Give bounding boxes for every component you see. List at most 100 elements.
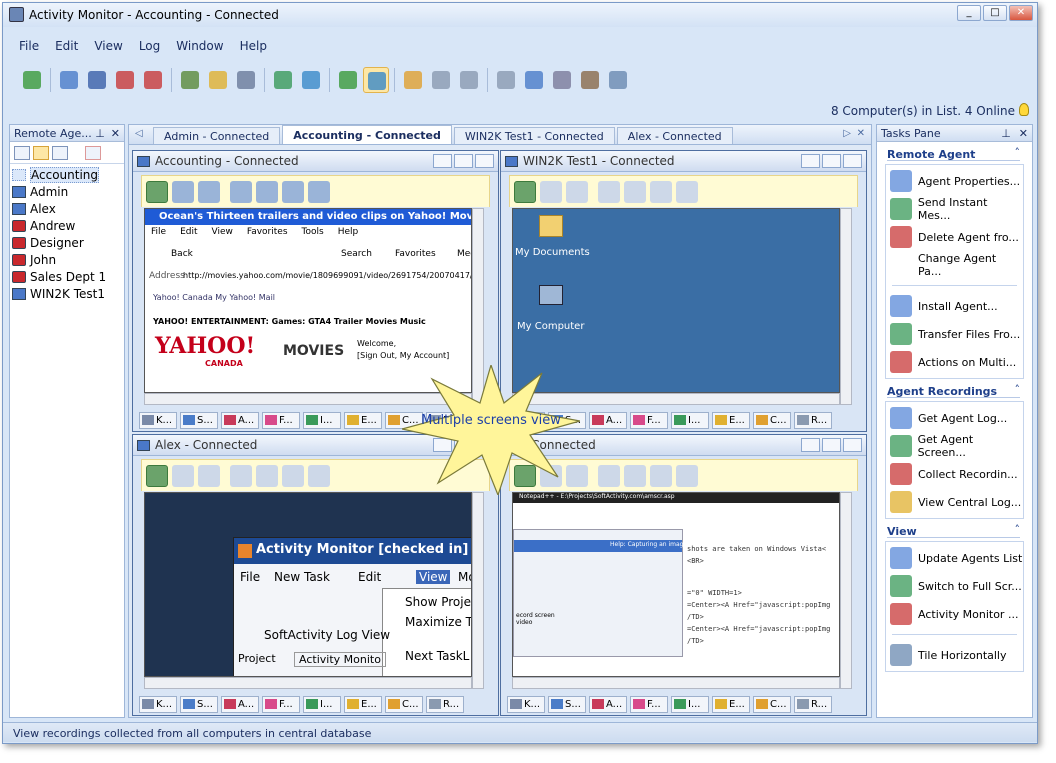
app-menu-item[interactable]: Edit (358, 570, 381, 584)
task-item[interactable]: Collect Recordin... (886, 460, 1023, 488)
disconnect-icon[interactable] (146, 180, 168, 203)
task-item[interactable]: Change Agent Pa... (886, 251, 1023, 279)
collapse-icon[interactable]: ˄ (1015, 146, 1021, 159)
activity-tab[interactable]: K... (139, 411, 177, 429)
tab-close-icon[interactable]: ✕ (857, 128, 865, 139)
refresh-icon[interactable] (230, 464, 252, 487)
remote-icon[interactable] (549, 67, 575, 93)
copy-icon[interactable] (198, 464, 220, 487)
browser-menu-item[interactable]: Favorites (247, 227, 288, 237)
collapse-icon[interactable]: ˄ (1015, 383, 1021, 396)
activity-tab[interactable]: A... (589, 695, 627, 713)
task-item[interactable]: Install Agent... (886, 292, 1023, 320)
task-item[interactable]: Transfer Files Fro... (886, 320, 1023, 348)
menu-view[interactable]: View (86, 37, 130, 57)
activity-tab[interactable]: F... (630, 411, 668, 429)
menu-window[interactable]: Window (168, 37, 231, 57)
collapse-icon[interactable]: ˄ (1015, 523, 1021, 536)
menu-help[interactable]: Help (232, 37, 275, 57)
refresh-icon[interactable] (230, 180, 252, 203)
browser-menu-item[interactable]: Edit (180, 227, 197, 237)
remote-screen[interactable]: Notepad++ - E:\Projects\SoftActivity.com… (512, 492, 840, 677)
screenshot-icon[interactable] (84, 67, 110, 93)
zoom-out-icon[interactable] (308, 464, 330, 487)
disconnect-icon[interactable] (146, 464, 168, 487)
tab-right-icon[interactable]: ▷ (843, 128, 851, 139)
browser-menu-item[interactable]: Help (338, 227, 359, 237)
activity-tab[interactable]: F... (262, 411, 300, 429)
copy-icon[interactable] (198, 180, 220, 203)
activity-tab[interactable]: A... (221, 695, 259, 713)
close-pane-icon[interactable]: ✕ (111, 127, 120, 140)
task-item[interactable]: View Central Log... (886, 488, 1023, 516)
refresh-icon[interactable] (598, 180, 620, 203)
close-button[interactable] (475, 154, 494, 168)
vertical-scrollbar[interactable] (840, 492, 852, 689)
folder-icon[interactable] (539, 215, 563, 237)
task-item[interactable]: Agent Properties... (886, 167, 1023, 195)
task-item[interactable]: Get Agent Screen... (886, 432, 1023, 460)
agent-item[interactable]: John (10, 251, 124, 268)
horizontal-scrollbar[interactable] (144, 677, 472, 689)
tab-item[interactable]: Admin - Connected (153, 127, 281, 144)
menu-file[interactable]: File (11, 37, 47, 57)
maximize-button[interactable]: □ (983, 5, 1007, 21)
zoom-out-icon[interactable] (308, 180, 330, 203)
menu-log[interactable]: Log (131, 37, 168, 57)
restore-button[interactable] (454, 154, 473, 168)
activity-tab[interactable]: C... (385, 695, 423, 713)
browser-menu-item[interactable]: View (212, 227, 233, 237)
agent-item[interactable]: Accounting (10, 166, 124, 183)
agent-item[interactable]: Andrew (10, 217, 124, 234)
activity-tab[interactable]: C... (753, 695, 791, 713)
activity-tab[interactable]: S... (548, 695, 586, 713)
full-screen-icon[interactable] (521, 67, 547, 93)
activity-tab[interactable]: R... (426, 695, 464, 713)
tab-item[interactable]: Accounting - Connected (282, 125, 452, 144)
activity-tab[interactable]: S... (180, 695, 218, 713)
agent-item[interactable]: Alex (10, 200, 124, 217)
browser-menu-item[interactable]: File (151, 227, 166, 237)
activity-tab[interactable]: S... (180, 411, 218, 429)
task-item[interactable]: Actions on Multi... (886, 348, 1023, 376)
vertical-scrollbar[interactable] (472, 492, 484, 689)
computer-icon[interactable] (539, 285, 563, 305)
app-menu-item[interactable]: File (240, 570, 260, 584)
view-icons-button[interactable] (33, 146, 49, 160)
home-icon[interactable] (605, 67, 631, 93)
activity-tab[interactable]: E... (344, 695, 382, 713)
disconnect-icon[interactable] (514, 180, 536, 203)
view-icon[interactable] (400, 67, 426, 93)
get-screen-icon[interactable] (298, 67, 324, 93)
activity-tab[interactable]: F... (262, 695, 300, 713)
app-menu-item[interactable]: View (416, 570, 451, 584)
task-item[interactable]: Tile Horizontally (886, 641, 1023, 669)
restore-button[interactable] (822, 438, 841, 452)
get-log-icon[interactable] (335, 67, 361, 93)
delete-icon[interactable] (140, 67, 166, 93)
timer-icon[interactable] (256, 464, 278, 487)
tab-item[interactable]: WIN2K Test1 - Connected (453, 127, 615, 144)
browser-menu-item[interactable]: Tools (302, 227, 324, 237)
zoom-out-icon[interactable] (676, 180, 698, 203)
close-button[interactable] (843, 438, 862, 452)
message-icon[interactable] (205, 67, 231, 93)
activity-tab[interactable]: K... (139, 695, 177, 713)
cascade-icon[interactable] (493, 67, 519, 93)
menu-edit[interactable]: Edit (47, 37, 86, 57)
zoom-in-icon[interactable] (650, 180, 672, 203)
activity-tab[interactable]: R... (794, 411, 832, 429)
task-item[interactable]: Update Agents List (886, 544, 1023, 572)
dropdown-item[interactable]: Next TaskL (405, 649, 469, 663)
view-list-button[interactable] (14, 146, 30, 160)
zoom-in-icon[interactable] (650, 464, 672, 487)
close-button[interactable] (843, 154, 862, 168)
activity-tab[interactable]: E... (712, 695, 750, 713)
tab-item[interactable]: Alex - Connected (616, 127, 733, 144)
tools-icon[interactable] (577, 67, 603, 93)
minimize-button[interactable] (801, 154, 820, 168)
record-icon[interactable] (112, 67, 138, 93)
activity-tab[interactable]: A... (589, 411, 627, 429)
activity-tab[interactable]: A... (221, 411, 259, 429)
refresh-icon[interactable] (598, 464, 620, 487)
